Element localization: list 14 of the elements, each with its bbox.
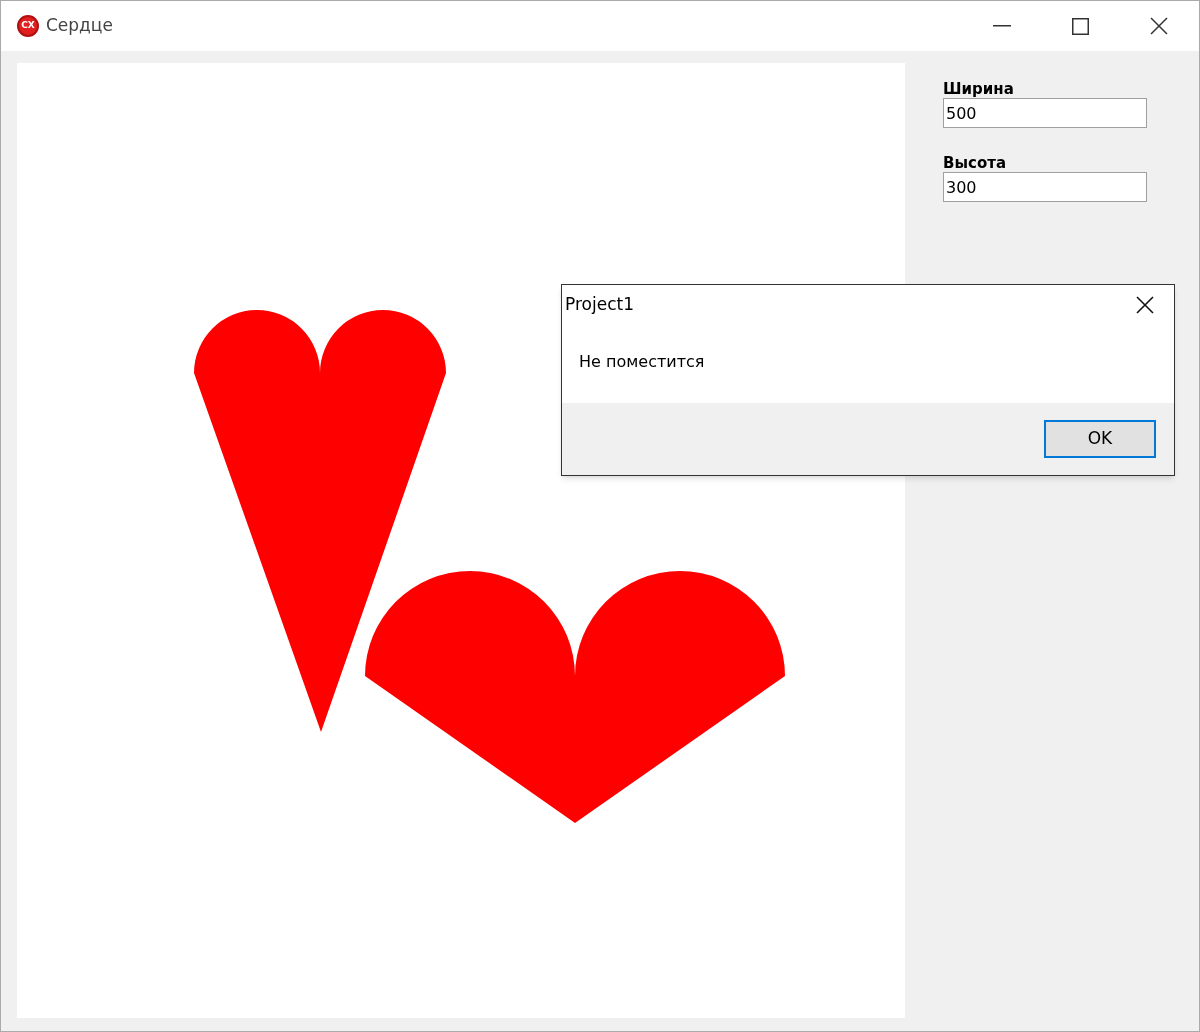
field-label: Высота bbox=[943, 154, 1007, 172]
maximize-icon bbox=[1071, 17, 1089, 35]
minimize-icon bbox=[993, 25, 1011, 27]
window-title: Сердце bbox=[46, 14, 113, 38]
dialog-title: Project1 bbox=[565, 293, 634, 317]
close-icon bbox=[1150, 17, 1168, 35]
input-field[interactable]: 300 bbox=[943, 172, 1147, 202]
app-logo: CX bbox=[17, 15, 39, 37]
ok-button[interactable]: OK bbox=[1044, 420, 1156, 458]
field-label: Ширина bbox=[943, 80, 1015, 98]
dialog-message: Не поместится bbox=[579, 351, 705, 373]
close-button[interactable] bbox=[1134, 294, 1156, 316]
input-field[interactable]: 500 bbox=[943, 98, 1147, 128]
close-icon bbox=[1136, 296, 1154, 314]
